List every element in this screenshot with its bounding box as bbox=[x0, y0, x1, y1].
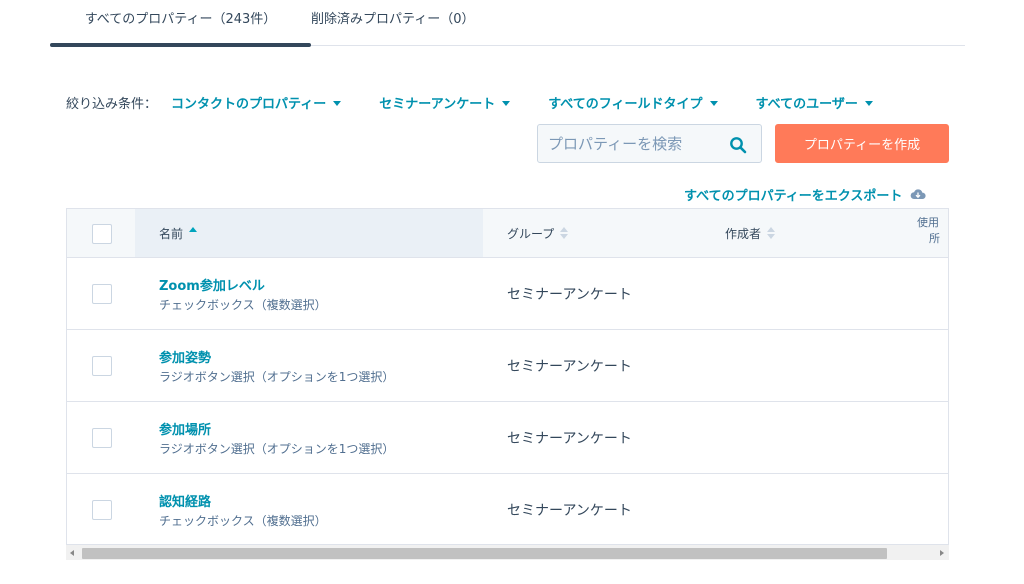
filter-group-label: セミナーアンケート bbox=[379, 96, 496, 112]
tab-all-properties[interactable]: すべてのプロパティー（243件） bbox=[50, 0, 311, 47]
scroll-right-arrow-icon[interactable] bbox=[940, 550, 944, 556]
search-box bbox=[537, 124, 762, 163]
column-header-group[interactable]: グループ bbox=[507, 209, 569, 257]
tab-deleted-properties[interactable]: 削除済みプロパティー（0） bbox=[311, 0, 475, 46]
property-group: セミナーアンケート bbox=[507, 503, 632, 519]
create-property-button[interactable]: プロパティーを作成 bbox=[775, 124, 949, 163]
filter-group-dropdown[interactable]: セミナーアンケート bbox=[379, 93, 511, 112]
filter-bar: 絞り込み条件： コンタクトのプロパティー セミナーアンケート すべてのフィールド… bbox=[66, 92, 873, 112]
column-header-creator-label: 作成者 bbox=[725, 226, 762, 241]
property-tabs: すべてのプロパティー（243件） 削除済みプロパティー（0） bbox=[50, 0, 965, 47]
chevron-down-icon bbox=[864, 100, 873, 106]
property-name-link[interactable]: 参加姿勢 bbox=[159, 347, 211, 366]
column-header-name[interactable]: 名前 bbox=[159, 209, 198, 257]
scrollbar-thumb[interactable] bbox=[82, 548, 887, 559]
search-input[interactable] bbox=[548, 133, 718, 155]
chevron-down-icon bbox=[709, 100, 718, 106]
column-header-group-label: グループ bbox=[507, 226, 555, 241]
property-type: チェックボックス（複数選択） bbox=[159, 298, 327, 312]
sort-icon bbox=[560, 227, 569, 239]
filter-user-dropdown[interactable]: すべてのユーザー bbox=[756, 93, 873, 112]
column-header-usage[interactable]: 使用 所 bbox=[917, 215, 948, 247]
property-name-link[interactable]: 認知経路 bbox=[159, 491, 211, 510]
row-checkbox[interactable] bbox=[92, 284, 112, 304]
scroll-left-arrow-icon[interactable] bbox=[70, 550, 74, 556]
property-type: チェックボックス（複数選択） bbox=[159, 514, 327, 528]
property-group: セミナーアンケート bbox=[507, 359, 632, 375]
filter-object-type-label: コンタクトのプロパティー bbox=[171, 96, 327, 112]
chevron-down-icon bbox=[333, 100, 342, 106]
table-row: 認知経路 チェックボックス（複数選択） セミナーアンケート bbox=[67, 474, 948, 546]
filter-field-type-dropdown[interactable]: すべてのフィールドタイプ bbox=[548, 93, 718, 112]
filter-label: 絞り込み条件： bbox=[66, 96, 158, 112]
filter-object-type-dropdown[interactable]: コンタクトのプロパティー bbox=[171, 93, 342, 112]
property-group: セミナーアンケート bbox=[507, 431, 632, 447]
table-row: 参加姿勢 ラジオボタン選択（オプションを1つ選択） セミナーアンケート bbox=[67, 330, 948, 402]
filter-field-type-label: すべてのフィールドタイプ bbox=[548, 96, 703, 112]
table-row: 参加場所 ラジオボタン選択（オプションを1つ選択） セミナーアンケート bbox=[67, 402, 948, 474]
column-header-usage-line1: 使用 bbox=[917, 216, 939, 229]
row-checkbox[interactable] bbox=[92, 428, 112, 448]
column-header-name-label: 名前 bbox=[159, 226, 184, 241]
sort-icon bbox=[767, 227, 776, 239]
export-label: すべてのプロパティーをエクスポート bbox=[684, 188, 903, 204]
row-checkbox[interactable] bbox=[92, 356, 112, 376]
chevron-down-icon bbox=[502, 100, 511, 106]
row-checkbox[interactable] bbox=[92, 500, 112, 520]
filter-user-label: すべてのユーザー bbox=[755, 96, 858, 112]
column-header-creator[interactable]: 作成者 bbox=[725, 209, 776, 257]
property-name-link[interactable]: Zoom参加レベル bbox=[159, 275, 265, 294]
table-header: 名前 グループ 作成者 使用 所 bbox=[67, 209, 948, 258]
property-group: セミナーアンケート bbox=[507, 287, 632, 303]
sort-icon bbox=[189, 227, 198, 239]
table-row: Zoom参加レベル チェックボックス（複数選択） セミナーアンケート bbox=[67, 258, 948, 330]
search-icon[interactable] bbox=[729, 136, 747, 154]
property-name-link[interactable]: 参加場所 bbox=[159, 419, 211, 438]
select-all-checkbox[interactable] bbox=[92, 224, 112, 244]
property-type: ラジオボタン選択（オプションを1つ選択） bbox=[159, 442, 395, 456]
property-type: ラジオボタン選択（オプションを1つ選択） bbox=[159, 370, 395, 384]
export-all-properties-link[interactable]: すべてのプロパティーをエクスポート bbox=[684, 184, 927, 204]
column-header-usage-line2: 所 bbox=[929, 232, 940, 245]
properties-table: 名前 グループ 作成者 使用 所 Zoom参加レベル チェックボックス（複数選択… bbox=[66, 208, 949, 560]
horizontal-scrollbar[interactable] bbox=[66, 544, 949, 560]
cloud-download-icon bbox=[911, 189, 927, 199]
